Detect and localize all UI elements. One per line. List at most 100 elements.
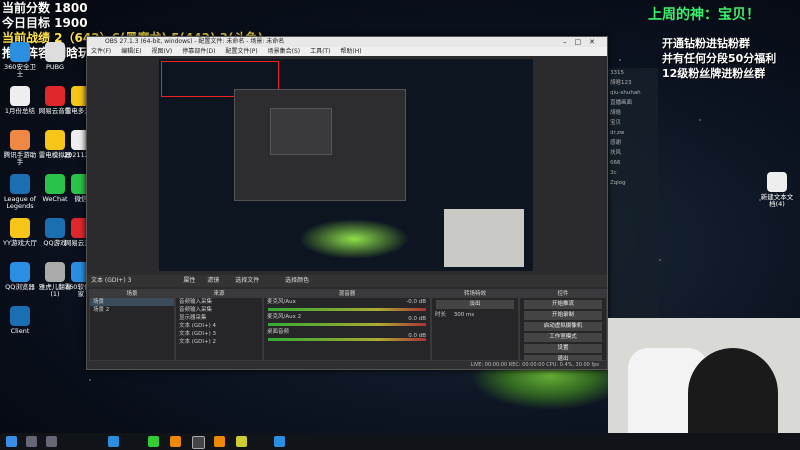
menu-tools[interactable]: 工具(T) (310, 48, 330, 55)
menu-file[interactable]: 文件(F) (91, 48, 111, 55)
search-icon[interactable] (26, 436, 37, 447)
desktop-icon-text-doc[interactable]: 新建文本文档(4) (760, 172, 794, 208)
menu-docks[interactable]: 停靠部件(D) (182, 48, 215, 55)
desktop-icon[interactable]: 腾讯手游助手 (3, 130, 37, 166)
chat-line: 3c (610, 170, 617, 176)
volume-meter[interactable] (268, 323, 426, 326)
studio-mode-button[interactable]: 工作室模式 (524, 333, 602, 342)
dock-title: 场景 (90, 290, 174, 298)
app-icon (45, 42, 65, 62)
app-icon[interactable] (170, 436, 181, 447)
start-streaming-button[interactable]: 开始推流 (524, 300, 602, 309)
app-icon (45, 262, 65, 282)
desktop-icon[interactable]: YY游戏大厅 (3, 218, 37, 247)
scenes-dock: 场景 场景 场景 2 (89, 289, 175, 361)
desktop-icon-label: YY游戏大厅 (3, 239, 37, 247)
dock-title: 控件 (520, 290, 606, 298)
menu-edit[interactable]: 编辑(E) (121, 48, 141, 55)
dock-title: 混音器 (264, 290, 430, 298)
menu-help[interactable]: 帮助(H) (340, 48, 361, 55)
webcam-feed (608, 318, 800, 433)
window-controls[interactable]: –□✕ (563, 37, 603, 47)
transition-type-select[interactable]: 淡出 (436, 300, 514, 309)
desktop-icon[interactable]: QQ浏览器 (3, 262, 37, 291)
game-icon[interactable] (214, 436, 225, 447)
desktop-icon[interactable]: League of Legends (3, 174, 37, 210)
chat-line: 感谢 (610, 140, 622, 146)
qq-browser-icon[interactable] (274, 436, 285, 447)
duration-value[interactable]: 300 ms (454, 312, 474, 318)
chat-line: dr.zw (610, 130, 625, 136)
obs-status-bar: LIVE: 00:00:00 REC: 00:00:00 CPU: 0.4%, … (87, 361, 607, 369)
window-title: OBS 27.1.3 (64-bit, windows) - 配置文件: 未命名… (105, 38, 285, 45)
scene-item[interactable]: 场景 2 (90, 306, 174, 314)
desktop-icon[interactable]: 1月份总结 (3, 86, 37, 115)
app-icon (10, 174, 30, 194)
desktop-icon-label: League of Legends (3, 195, 37, 210)
chat-line: 宝贝 (610, 120, 622, 126)
desktop-icon-label: Client (10, 327, 30, 335)
select-color-button[interactable]: 选择颜色 (285, 277, 309, 284)
chat-line: 666 (610, 160, 621, 166)
app-icon (10, 130, 30, 150)
volume-meter[interactable] (268, 308, 426, 311)
desktop-icon-label: 1月份总结 (4, 107, 36, 115)
g-app-icon[interactable] (236, 436, 247, 447)
app-icon (10, 218, 30, 238)
score-total: 当前分数 1800 (2, 1, 88, 15)
start-recording-button[interactable]: 开始录制 (524, 311, 602, 320)
obs-window[interactable]: OBS 27.1.3 (64-bit, windows) - 配置文件: 未命名… (86, 36, 608, 370)
mixer-channel-db: 0.0 dB (408, 316, 426, 322)
menu-profile[interactable]: 配置文件(P) (225, 48, 257, 55)
source-toolbar: 文本 (GDI+) 3 属性 滤镜 选择文件 选择颜色 (87, 275, 607, 287)
source-item[interactable]: 音频输入采集 (176, 306, 262, 314)
current-source-name: 文本 (GDI+) 3 (91, 277, 132, 284)
app-icon (45, 86, 65, 106)
menu-scene-collection[interactable]: 场景集合(S) (268, 48, 301, 55)
settings-button[interactable]: 设置 (524, 344, 602, 353)
fan-right-line: 并有任何分段50分福利 (662, 52, 777, 65)
scene-item[interactable]: 场景 (90, 298, 174, 306)
obs-titlebar[interactable]: OBS 27.1.3 (64-bit, windows) - 配置文件: 未命名… (87, 37, 607, 47)
controls-dock: 控件 开始推流 开始录制 启动虚拟摄像机 工作室模式 设置 退出 (519, 289, 607, 364)
menu-view[interactable]: 视图(V) (151, 48, 172, 55)
select-file-button[interactable]: 选择文件 (235, 277, 259, 284)
app-icon (10, 42, 30, 62)
sources-dock: 来源 音频输入采集 音频输入采集 显示器采集 文本 (GDI+) 4 文本 (G… (175, 289, 263, 361)
audio-mixer-dock: 混音器 麦克风/Aux -0.0 dB 麦克风/Aux 2 0.0 dB 桌面音… (263, 289, 431, 361)
source-item[interactable]: 文本 (GDI+) 4 (176, 322, 262, 330)
source-item[interactable]: 显示器采集 (176, 314, 262, 322)
volume-meter[interactable] (268, 338, 426, 341)
mixer-channel-db: 0.0 dB (408, 333, 426, 339)
chat-line: 直播画面 (610, 100, 633, 106)
duration-label: 时长 (435, 312, 447, 318)
app-icon (45, 174, 65, 194)
app-icon (10, 262, 30, 282)
recursive-obs-preview-inner (270, 108, 332, 155)
source-item[interactable]: 文本 (GDI+) 2 (176, 338, 262, 346)
start-virtual-camera-button[interactable]: 启动虚拟摄像机 (524, 322, 602, 331)
obs-preview[interactable] (159, 59, 533, 271)
filters-button[interactable]: 滤镜 (207, 277, 219, 284)
desktop-icon[interactable]: 360安全卫士 (3, 42, 37, 78)
chat-line: 扶风 (610, 150, 622, 156)
chrome-icon[interactable] (148, 436, 159, 447)
obs-taskbar-icon[interactable] (192, 436, 205, 449)
chat-line: Zqiog (610, 180, 626, 186)
app-icon (10, 306, 30, 326)
transitions-dock: 转场特效 淡出 时长 300 ms (431, 289, 519, 361)
task-view-icon[interactable] (46, 436, 57, 447)
webcam-thumbnail (444, 209, 524, 267)
source-item[interactable]: 音频输入采集 (176, 298, 262, 306)
desktop-icon[interactable]: Client (3, 306, 37, 335)
last-week-god: 上周的神：宝贝！ (648, 7, 760, 23)
windows-start-icon[interactable] (6, 436, 17, 447)
streamer (688, 348, 778, 433)
mixer-channel-label: 麦克风/Aux (267, 299, 296, 305)
edge-icon[interactable] (108, 436, 119, 447)
desktop-icon[interactable]: PUBG (38, 42, 72, 71)
mixer-channel-label: 麦克风/Aux 2 (267, 314, 302, 320)
properties-button[interactable]: 属性 (183, 277, 195, 284)
source-item[interactable]: 文本 (GDI+) 3 (176, 330, 262, 338)
transition-duration: 时长 300 ms (432, 311, 518, 319)
